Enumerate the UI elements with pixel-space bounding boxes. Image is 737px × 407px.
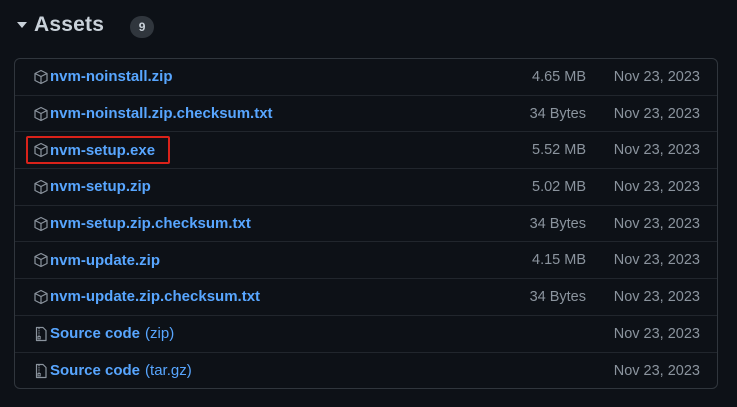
source-row: Source code (tar.gz) Nov 23, 2023 xyxy=(15,353,717,389)
asset-size: 4.65 MB xyxy=(532,68,586,85)
asset-row: nvm-noinstall.zip 4.65 MB Nov 23, 2023 xyxy=(15,59,717,96)
caret-down-icon[interactable] xyxy=(14,17,30,33)
asset-row: nvm-setup.zip 5.02 MB Nov 23, 2023 xyxy=(15,169,717,206)
assets-panel: Assets 9 nvm-noinstall.zip 4.65 MB Nov 2… xyxy=(0,0,737,407)
asset-row-highlighted: nvm-setup.exe 5.52 MB Nov 23, 2023 xyxy=(15,132,717,170)
package-icon xyxy=(34,106,48,121)
package-icon xyxy=(34,179,48,195)
asset-name: nvm-setup.zip.checksum.txt xyxy=(50,215,251,233)
package-icon xyxy=(34,253,48,268)
asset-link[interactable]: nvm-noinstall.zip.checksum.txt xyxy=(50,105,273,122)
asset-name: nvm-setup.exe xyxy=(50,141,156,159)
asset-date: Nov 23, 2023 xyxy=(613,325,700,342)
asset-date: Nov 23, 2023 xyxy=(613,142,700,159)
asset-date: Nov 23, 2023 xyxy=(613,105,700,122)
package-icon xyxy=(34,289,48,305)
asset-link[interactable]: nvm-noinstall.zip xyxy=(50,68,173,85)
asset-link[interactable]: nvm-setup.zip xyxy=(50,178,151,195)
asset-name: nvm-update.zip xyxy=(50,251,161,269)
asset-row: nvm-update.zip.checksum.txt 34 Bytes Nov… xyxy=(15,279,717,316)
asset-date: Nov 23, 2023 xyxy=(613,68,700,85)
asset-date: Nov 23, 2023 xyxy=(613,362,700,379)
asset-row: nvm-update.zip 4.15 MB Nov 23, 2023 xyxy=(15,242,717,280)
assets-header[interactable]: Assets 9 xyxy=(14,8,155,42)
source-name: Source code xyxy=(50,325,141,343)
asset-size: 34 Bytes xyxy=(529,105,586,122)
assets-title: Assets xyxy=(34,13,105,36)
file-zip-icon xyxy=(35,363,47,378)
asset-name: nvm-noinstall.zip.checksum.txt xyxy=(50,105,273,123)
asset-link[interactable]: nvm-update.zip.checksum.txt xyxy=(50,288,260,305)
asset-row: nvm-noinstall.zip.checksum.txt 34 Bytes … xyxy=(15,96,717,133)
source-code-link[interactable]: Source code (zip) xyxy=(50,325,174,342)
asset-size: 34 Bytes xyxy=(529,288,586,305)
package-icon xyxy=(34,143,48,158)
assets-count-badge: 9 xyxy=(130,16,155,38)
asset-size: 4.15 MB xyxy=(532,252,586,269)
source-code-link[interactable]: Source code (tar.gz) xyxy=(50,362,192,379)
asset-size: 5.52 MB xyxy=(532,142,586,159)
asset-name: nvm-setup.zip xyxy=(50,178,151,196)
asset-link[interactable]: nvm-setup.zip.checksum.txt xyxy=(50,215,251,232)
asset-row: nvm-setup.zip.checksum.txt 34 Bytes Nov … xyxy=(15,206,717,243)
asset-name: nvm-noinstall.zip xyxy=(50,68,173,86)
package-icon xyxy=(34,69,48,84)
asset-link[interactable]: nvm-update.zip xyxy=(50,252,160,269)
package-icon xyxy=(34,216,48,231)
asset-date: Nov 23, 2023 xyxy=(613,288,700,305)
file-zip-icon xyxy=(35,326,47,341)
source-format: (tar.gz) xyxy=(145,362,192,380)
asset-size: 5.02 MB xyxy=(532,178,586,195)
asset-date: Nov 23, 2023 xyxy=(613,178,700,195)
asset-date: Nov 23, 2023 xyxy=(613,215,700,232)
asset-link[interactable]: nvm-setup.exe xyxy=(50,142,155,159)
asset-size: 34 Bytes xyxy=(529,215,586,232)
source-name: Source code xyxy=(50,362,141,380)
asset-date: Nov 23, 2023 xyxy=(613,252,700,269)
source-row: Source code (zip) Nov 23, 2023 xyxy=(15,316,717,353)
source-format: (zip) xyxy=(145,325,175,343)
assets-list: nvm-noinstall.zip 4.65 MB Nov 23, 2023 n… xyxy=(14,58,718,389)
asset-name: nvm-update.zip.checksum.txt xyxy=(50,288,261,306)
